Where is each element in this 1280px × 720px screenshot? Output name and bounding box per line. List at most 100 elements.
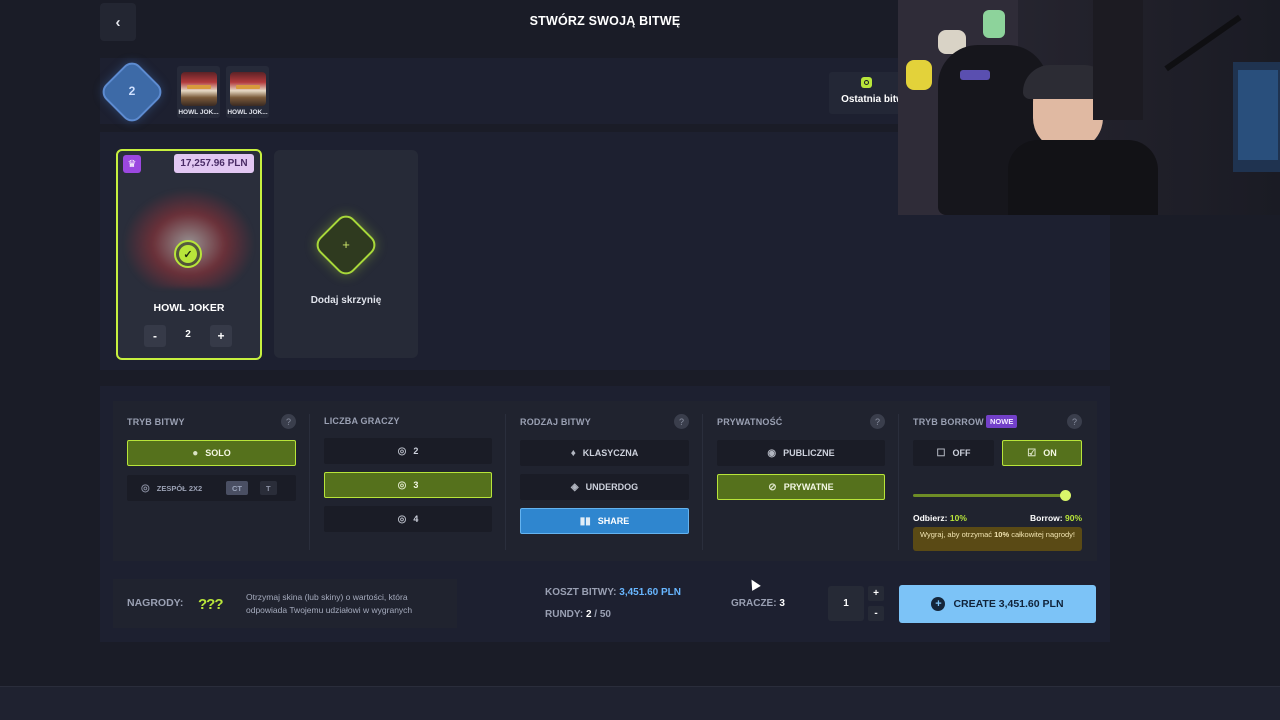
type-underdog-label: UNDERDOG: [585, 482, 639, 492]
user-icon: ●: [192, 447, 199, 459]
receive-label: Odbierz:: [913, 513, 948, 523]
count-increase-button[interactable]: +: [868, 586, 884, 601]
webcam-plush-toy: [906, 60, 932, 90]
webcam-monitor-screen: [1238, 70, 1278, 160]
rewards-label: NAGRODY:: [127, 597, 184, 609]
webcam-mic-arm: [1164, 14, 1242, 72]
bandage-icon: ◈: [570, 481, 579, 493]
webcam-overlay: [898, 0, 1280, 215]
checkbox-empty-icon: ☐: [936, 447, 946, 459]
webcam-plush-toy: [983, 10, 1005, 38]
privacy-public-label: PUBLICZNE: [783, 448, 835, 458]
players-info: GRACZE: 3: [731, 598, 785, 609]
users-icon: ◎: [397, 513, 407, 525]
strip-case-thumb[interactable]: HOWL JOK...: [177, 66, 220, 118]
borrow-off-label: OFF: [952, 448, 971, 458]
flame-icon: ♦: [570, 447, 576, 459]
section-divider: [309, 414, 310, 550]
eye-icon: ◉: [767, 447, 777, 459]
type-underdog-button[interactable]: ◈ UNDERDOG: [520, 474, 689, 500]
battle-count-input[interactable]: 1: [828, 586, 864, 621]
help-icon[interactable]: ?: [281, 414, 296, 429]
help-icon[interactable]: ?: [870, 414, 885, 429]
privacy-public-button[interactable]: ◉ PUBLICZNE: [717, 440, 885, 466]
share-icon: ▮▮: [579, 515, 591, 527]
help-icon[interactable]: ?: [674, 414, 689, 429]
rounds-label: RUNDY:: [545, 609, 584, 620]
checkbox-checked-icon: ☑: [1027, 447, 1037, 459]
quantity-increase-button[interactable]: +: [210, 325, 232, 347]
team-t-tag[interactable]: T: [260, 481, 277, 495]
players-option-2[interactable]: ◎ 2: [324, 438, 492, 464]
battle-cost-label: KOSZT BITWY:: [545, 587, 617, 598]
win-note-text: Wygraj, aby otrzymać: [919, 530, 995, 539]
borrow-win-note: Wygraj, aby otrzymać 10% całkowitej nagr…: [913, 527, 1082, 551]
borrow-mode-title: TRYB BORROW: [913, 417, 984, 427]
privacy-private-button[interactable]: ⊘ PRYWATNE: [717, 474, 885, 500]
rewards-description: Otrzymaj skina (lub skiny) o wartości, k…: [246, 592, 413, 615]
section-divider: [702, 414, 703, 550]
section-divider: [898, 414, 899, 550]
borrow-percentage: Borrow: 90%: [1010, 513, 1082, 523]
borrow-on-button[interactable]: ☑ ON: [1002, 440, 1082, 466]
privacy-private-label: PRYWATNE: [783, 482, 834, 492]
type-classic-button[interactable]: ♦ KLASYCZNA: [520, 440, 689, 466]
strip-case-label: HOWL JOK...: [178, 109, 219, 116]
rounds-info: RUNDY: 2 / 50: [545, 609, 611, 620]
help-icon[interactable]: ?: [1067, 414, 1082, 429]
players-label: GRACZE:: [731, 598, 777, 609]
case-price-badge: 17,257.96 PLN: [174, 154, 254, 173]
chevron-left-icon: ‹: [115, 13, 121, 31]
add-case-label: Dodaj skrzynię: [310, 295, 382, 306]
players-option-label: 2: [413, 446, 419, 456]
team-ct-tag[interactable]: CT: [226, 481, 248, 495]
users-icon: ◎: [141, 482, 150, 494]
case-quantity: 2: [185, 329, 191, 340]
win-note-text-end: całkowitej nagrody!: [1009, 530, 1075, 539]
borrow-slider-track[interactable]: [913, 494, 1069, 497]
selected-check-icon: ✓: [174, 240, 202, 268]
new-badge: NOWE: [986, 415, 1018, 428]
battle-type-title: RODZAJ BITWY: [520, 417, 591, 427]
mode-solo-button[interactable]: ● SOLO: [127, 440, 296, 466]
mystery-items-icon: ???: [198, 595, 224, 613]
case-name: HOWL JOKER: [153, 302, 225, 314]
players-option-label: 3: [413, 480, 419, 490]
borrow-off-button[interactable]: ☐ OFF: [913, 440, 994, 466]
users-icon: ◎: [397, 445, 407, 457]
eye-off-icon: ⊘: [768, 481, 777, 493]
borrow-value: 90%: [1064, 513, 1082, 523]
strip-case-thumb[interactable]: HOWL JOK...: [226, 66, 269, 118]
webcam-person-shirt: [1008, 140, 1158, 215]
win-note-percent: 10%: [994, 530, 1010, 539]
section-divider: [505, 414, 506, 550]
page-title: STWÓRZ SWOJĄ BITWĘ: [529, 14, 681, 28]
privacy-title: PRYWATNOŚĆ: [717, 417, 783, 427]
bottom-bar: [0, 686, 1280, 720]
battle-cost: KOSZT BITWY: 3,451.60 PLN: [545, 587, 681, 598]
plus-circle-icon: +: [931, 597, 946, 611]
receive-percentage: Odbierz: 10%: [913, 513, 967, 523]
recent-battles-button[interactable]: Ostatnia bitw: [829, 72, 904, 114]
strip-case-label: HOWL JOK...: [227, 109, 268, 116]
borrow-slider-thumb[interactable]: [1060, 490, 1071, 501]
rounds-total: / 50: [591, 609, 611, 620]
mode-team-label: ZESPÓŁ 2X2: [156, 483, 203, 493]
type-share-label: SHARE: [597, 516, 630, 526]
battle-cost-value: 3,451.60 PLN: [619, 587, 681, 598]
type-share-button[interactable]: ▮▮ SHARE: [520, 508, 689, 534]
back-button[interactable]: ‹: [100, 3, 136, 41]
borrow-label: Borrow:: [1030, 513, 1063, 523]
players-count-title: LICZBA GRACZY: [324, 416, 400, 426]
create-battle-button[interactable]: + CREATE 3,451.60 PLN: [899, 585, 1096, 623]
users-icon: ◎: [397, 479, 407, 491]
borrow-on-label: ON: [1043, 448, 1057, 458]
quantity-decrease-button[interactable]: -: [144, 325, 166, 347]
type-classic-label: KLASYCZNA: [582, 448, 639, 458]
players-option-3[interactable]: ◎ 3: [324, 472, 492, 498]
battle-mode-title: TRYB BITWY: [127, 417, 185, 427]
players-option-4[interactable]: ◎ 4: [324, 506, 492, 532]
history-icon: [861, 77, 872, 88]
plus-icon: +: [342, 237, 350, 252]
count-decrease-button[interactable]: -: [868, 606, 884, 621]
